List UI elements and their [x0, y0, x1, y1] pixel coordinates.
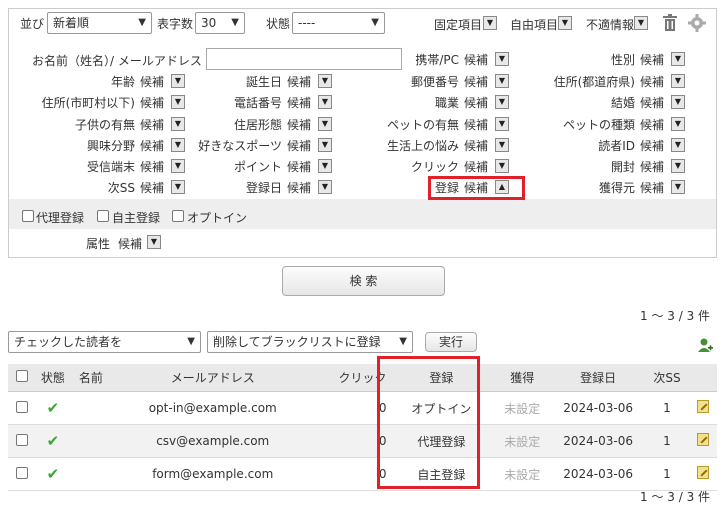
option-proxy-checkbox[interactable] — [22, 210, 34, 222]
row-email: form@example.com — [111, 457, 314, 491]
field-value: 候補 — [639, 118, 664, 132]
row-source: 未設定 — [492, 391, 553, 425]
trash-icon[interactable] — [662, 14, 678, 32]
row-date: 2024-03-06 — [552, 424, 645, 458]
free-items-label: 自由項目 — [510, 18, 559, 32]
field-1: 性別 候補 ▼ — [0, 51, 685, 67]
row-checkbox[interactable] — [15, 466, 28, 479]
invalid-info-toggle[interactable]: ▼ — [634, 16, 648, 30]
chevron-down-icon[interactable]: ▼ — [671, 95, 685, 109]
row-next-ss: 1 — [644, 457, 690, 491]
chevron-down-icon: ▼ — [187, 336, 195, 347]
sort-select[interactable]: 新着順 ▼ — [47, 12, 152, 34]
chevron-down-icon: ▼ — [231, 17, 239, 28]
row-date: 2024-03-06 — [552, 457, 645, 491]
col-next-ss: 次SS — [644, 364, 690, 392]
reader-table: 状態 名前 メールアドレス クリック 登録 獲得 登録日 次SS ✔ opt-i… — [8, 364, 717, 491]
row-date: 2024-03-06 — [552, 391, 645, 425]
result-count-bottom: 1 〜 3 / 3 件 — [640, 490, 711, 504]
field-label: 住所(都道府県) — [553, 75, 635, 89]
table-header-row: 状態 名前 メールアドレス クリック 登録 獲得 登録日 次SS — [8, 364, 717, 392]
field-label: ペットの種類 — [562, 118, 635, 132]
field-label: 獲得元 — [598, 181, 635, 195]
count-select[interactable]: 30 ▼ — [195, 12, 245, 34]
option-self-label: 自主登録 — [112, 211, 161, 225]
row-next-ss: 1 — [644, 424, 690, 458]
bulk-action-select[interactable]: 削除してブラックリストに登録 ▼ — [207, 331, 413, 353]
free-items-toggle[interactable]: ▼ — [558, 16, 572, 30]
chevron-down-icon[interactable]: ▼ — [671, 180, 685, 194]
gear-icon[interactable] — [688, 14, 706, 32]
field-13: ペットの種類 候補 ▼ — [0, 116, 685, 132]
field-value: 候補 — [639, 75, 664, 89]
chevron-down-icon[interactable]: ▼ — [671, 74, 685, 88]
edit-icon[interactable] — [697, 433, 710, 446]
field-label: 開封 — [610, 160, 635, 174]
chevron-down-icon[interactable]: ▼ — [671, 117, 685, 131]
edit-icon[interactable] — [697, 400, 710, 413]
col-status: 状態 — [35, 364, 70, 392]
result-count-top: 1 〜 3 / 3 件 — [640, 309, 711, 323]
edit-icon[interactable] — [697, 466, 710, 479]
select-all-checkbox[interactable] — [15, 370, 28, 382]
chevron-down-icon[interactable]: ▼ — [671, 159, 685, 173]
col-date: 登録日 — [552, 364, 645, 392]
count-label: 表字数 — [157, 17, 194, 31]
invalid-info-label: 不適情報 — [586, 18, 635, 32]
chevron-down-icon: ▼ — [399, 336, 407, 347]
field-value: 候補 — [639, 96, 664, 110]
field-value: 候補 — [639, 139, 664, 153]
status-label: 状態 — [266, 17, 291, 31]
attr-toggle[interactable]: ▼ — [147, 235, 161, 249]
field-label: 性別 — [610, 53, 635, 67]
attr-value: 候補 — [118, 237, 143, 251]
table-row[interactable]: ✔ opt-in@example.com 0 オプトイン 未設定 2024-03… — [8, 391, 717, 425]
option-proxy-label: 代理登録 — [36, 211, 85, 225]
field-5: 住所(都道府県) 候補 ▼ — [0, 73, 685, 89]
field-17: 読者ID 候補 ▼ — [0, 137, 685, 153]
highlight-registration-column — [377, 356, 480, 489]
highlight-registration-filter — [428, 176, 525, 200]
search-button[interactable]: 検 索 — [282, 266, 445, 296]
field-value: 候補 — [639, 181, 664, 195]
fixed-items-toggle[interactable]: ▼ — [483, 16, 497, 30]
bulk-target-select[interactable]: チェックした読者を ▼ — [8, 331, 201, 353]
table-row[interactable]: ✔ csv@example.com 0 代理登録 未設定 2024-03-06 … — [8, 424, 717, 458]
field-21: 開封 候補 ▼ — [0, 158, 685, 174]
status-select[interactable]: ---- ▼ — [292, 12, 385, 34]
field-value: 候補 — [639, 53, 664, 67]
row-email: csv@example.com — [111, 424, 314, 458]
field-label: 読者ID — [598, 139, 635, 153]
chevron-down-icon[interactable]: ▼ — [671, 138, 685, 152]
field-value: 候補 — [639, 160, 664, 174]
check-icon: ✔ — [46, 465, 60, 483]
option-self-checkbox[interactable] — [97, 210, 109, 222]
add-user-icon[interactable] — [697, 337, 713, 353]
field-9: 結婚 候補 ▼ — [0, 94, 685, 110]
field-25: 獲得元 候補 ▼ — [0, 179, 685, 195]
col-name: 名前 — [69, 364, 112, 392]
option-optin-label: オプトイン — [187, 211, 248, 225]
row-next-ss: 1 — [644, 391, 690, 425]
row-email: opt-in@example.com — [111, 391, 314, 425]
fixed-items-label: 固定項目 — [434, 18, 483, 32]
chevron-down-icon: ▼ — [138, 17, 146, 28]
row-checkbox[interactable] — [15, 433, 28, 446]
table-row[interactable]: ✔ form@example.com 0 自主登録 未設定 2024-03-06… — [8, 457, 717, 491]
chevron-down-icon: ▼ — [371, 17, 379, 28]
run-button[interactable]: 実行 — [425, 332, 477, 352]
option-optin-checkbox[interactable] — [172, 210, 184, 222]
col-email: メールアドレス — [111, 364, 314, 392]
col-source: 獲得 — [492, 364, 553, 392]
sort-label: 並び — [20, 17, 45, 31]
check-icon: ✔ — [46, 399, 60, 417]
row-source: 未設定 — [492, 457, 553, 491]
attr-label: 属性 — [86, 237, 111, 251]
chevron-down-icon[interactable]: ▼ — [671, 52, 685, 66]
check-icon: ✔ — [46, 432, 60, 450]
row-checkbox[interactable] — [15, 400, 28, 413]
field-label: 結婚 — [610, 96, 635, 110]
row-source: 未設定 — [492, 424, 553, 458]
